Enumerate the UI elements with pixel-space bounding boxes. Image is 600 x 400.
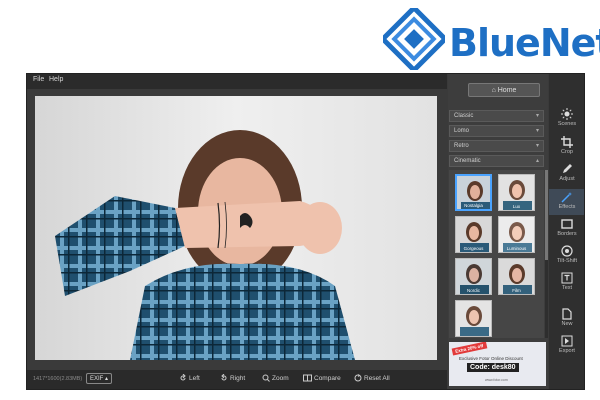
category-lomo[interactable]: Lomo ▾: [449, 125, 544, 137]
category-label: Retro: [454, 143, 469, 149]
tool-label: New: [561, 321, 573, 327]
promo-url: www.fotor.com: [485, 378, 508, 382]
promo-text: Exclusive Fotor Online Discount: [459, 356, 523, 361]
menu-file[interactable]: File: [33, 76, 44, 83]
text-icon: [561, 272, 573, 284]
tool-label: Crop: [561, 149, 573, 155]
category-retro[interactable]: Retro ▾: [449, 140, 544, 152]
category-label: Cinematic: [454, 158, 481, 164]
tool-effects[interactable]: Effects: [549, 189, 584, 215]
reset-all-label: Reset All: [364, 375, 390, 382]
category-classic[interactable]: Classic ▾: [449, 110, 544, 122]
effect-thumb[interactable]: Gorgeous: [455, 216, 492, 253]
rotate-right-label: Right: [230, 375, 246, 382]
image-size-info: 1417*1600(2.83MB): [33, 376, 83, 382]
tool-adjust[interactable]: Adjust: [549, 161, 584, 187]
home-icon: ⌂: [491, 87, 496, 94]
pencil-icon: [563, 164, 572, 173]
tool-export[interactable]: Export: [549, 333, 584, 359]
tool-label: Effects: [558, 204, 576, 210]
thumb-label: Luminous: [506, 246, 527, 251]
rotate-right-button[interactable]: Right: [220, 373, 245, 385]
tool-borders[interactable]: Borders: [549, 216, 584, 242]
frame-icon: [561, 219, 573, 229]
export-icon: [561, 335, 573, 347]
zoom-icon: [262, 374, 270, 383]
effect-thumb[interactable]: Lux: [498, 174, 535, 211]
thumb-image: [456, 301, 491, 336]
zoom-button[interactable]: Zoom: [262, 373, 289, 385]
tool-scenes[interactable]: Scenes: [549, 106, 584, 132]
exif-button[interactable]: EXIF ▴: [86, 373, 112, 384]
thumb-label: Gorgeous: [463, 246, 484, 251]
tool-label: Text: [561, 285, 573, 291]
effect-thumb[interactable]: Nordic: [455, 258, 492, 295]
effect-thumbnails: Nostalgia Lux Gorgeous Luminous Nordic F…: [449, 170, 544, 338]
photo-canvas[interactable]: [35, 96, 437, 360]
reset-all-button[interactable]: Reset All: [354, 373, 390, 385]
compare-icon: [303, 374, 312, 382]
chevron-up-icon: ▴: [535, 158, 539, 164]
effect-thumb[interactable]: Nostalgia: [455, 174, 492, 211]
tool-label: Scenes: [557, 121, 577, 127]
scrollbar-thumb[interactable]: [545, 170, 548, 260]
tool-label: Export: [559, 348, 575, 354]
zoom-label: Zoom: [272, 375, 289, 382]
menu-help[interactable]: Help: [49, 76, 63, 83]
magic-wand-icon: [561, 192, 572, 203]
rotate-right-icon: [221, 373, 227, 381]
category-label: Lomo: [454, 128, 470, 134]
home-button[interactable]: ⌂ Home: [468, 83, 540, 97]
thumb-label: Nordic: [466, 288, 480, 293]
crop-icon: [561, 136, 573, 148]
promo-code: Code: desk80: [467, 363, 519, 372]
thumb-label: Film: [512, 288, 521, 293]
category-label: Classic: [454, 113, 474, 119]
effects-panel: ⌂ Home Classic ▾ Lomo ▾ Retro ▾ Cinemati…: [448, 74, 548, 389]
exif-label: EXIF: [89, 376, 104, 382]
effect-thumb[interactable]: Film: [498, 258, 535, 295]
chevron-down-icon: ▾: [535, 113, 539, 119]
tool-label: Tilt-Shift: [557, 258, 577, 264]
logo-text: BlueNet: [449, 21, 600, 65]
thumbnails-scrollbar[interactable]: [545, 170, 548, 338]
category-cinematic[interactable]: Cinematic ▴: [449, 155, 544, 167]
compare-label: Compare: [314, 375, 341, 382]
new-file-icon: [562, 308, 572, 320]
chevron-down-icon: ▾: [535, 128, 539, 134]
reset-icon: [354, 374, 362, 382]
bottom-toolbar: 1417*1600(2.83MB) EXIF ▴ Left Right Zoom…: [27, 370, 447, 389]
tool-tilt-shift[interactable]: Tilt-Shift: [549, 243, 584, 269]
bluenet-diamond-logo-icon: [383, 8, 445, 70]
promo-banner[interactable]: Extra 20% off Exclusive Fotor Online Dis…: [449, 342, 546, 386]
promo-badge: Extra 20% off: [451, 342, 487, 356]
rotate-left-icon: [180, 373, 186, 381]
tool-label: Borders: [557, 231, 577, 237]
thumb-label: Lux: [512, 204, 521, 209]
compare-button[interactable]: Compare: [303, 373, 341, 385]
target-icon: [561, 245, 573, 257]
home-label: Home: [497, 87, 517, 94]
rotate-left-label: Left: [189, 375, 200, 382]
effect-thumb[interactable]: [455, 300, 492, 337]
thumb-label: Nostalgia: [464, 203, 483, 208]
tool-label: Adjust: [559, 176, 575, 182]
sun-icon: [561, 108, 573, 120]
effect-thumb[interactable]: Luminous: [498, 216, 535, 253]
bluenet-logo: BlueNet: [383, 8, 600, 72]
rotate-left-button[interactable]: Left: [179, 373, 200, 385]
tool-crop[interactable]: Crop: [549, 134, 584, 160]
photo-editor-window: File Help 1417*1600(2.83MB) EXIF ▴ Left …: [26, 73, 585, 390]
menu-bar: File Help: [27, 74, 447, 89]
module-toolbar: Scenes Crop Adjust Effects Borders Tilt-…: [549, 74, 584, 389]
tool-text[interactable]: Text: [549, 270, 584, 296]
chevron-down-icon: ▾: [535, 143, 539, 149]
tool-new[interactable]: New: [549, 306, 584, 332]
photo-image: [35, 96, 437, 360]
